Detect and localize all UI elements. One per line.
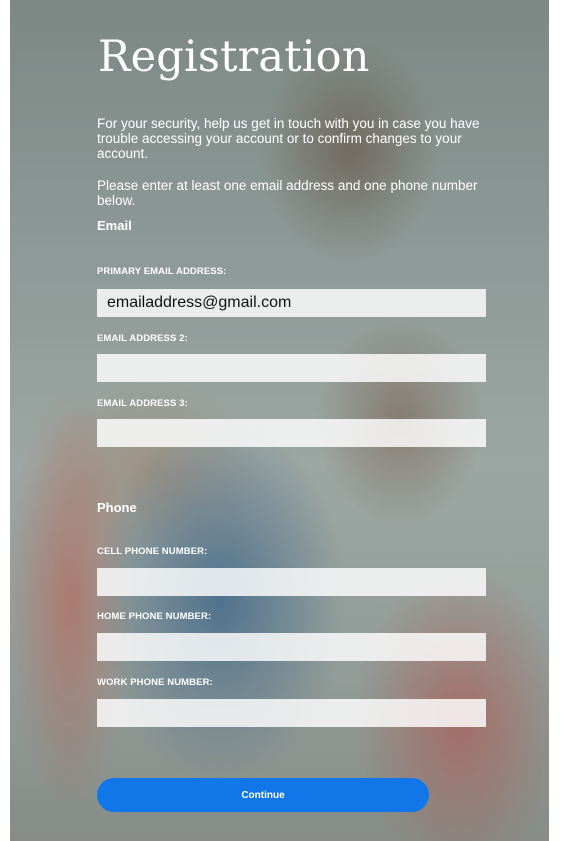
primary-email-input[interactable] [97, 289, 486, 317]
instruction-text: Please enter at least one email address … [97, 178, 478, 208]
home-phone-label: HOME PHONE NUMBER: [97, 611, 212, 622]
email-3-label: EMAIL ADDRESS 3: [97, 398, 188, 409]
email-3-input[interactable] [97, 419, 486, 447]
email-2-input[interactable] [97, 354, 486, 382]
home-phone-input[interactable] [97, 633, 486, 661]
email-section-heading: Email [97, 218, 132, 233]
phone-section-heading: Phone [97, 500, 137, 515]
page-title: Registration [98, 32, 370, 82]
work-phone-label: WORK PHONE NUMBER: [97, 677, 213, 688]
email-2-label: EMAIL ADDRESS 2: [97, 333, 188, 344]
registration-panel: Registration For your security, help us … [10, 0, 549, 841]
cell-phone-label: CELL PHONE NUMBER: [97, 546, 208, 557]
continue-button[interactable]: Continue [97, 778, 429, 812]
primary-email-label: PRIMARY EMAIL ADDRESS: [97, 266, 227, 277]
cell-phone-input[interactable] [97, 568, 486, 596]
work-phone-input[interactable] [97, 699, 486, 727]
intro-text: For your security, help us get in touch … [97, 116, 480, 161]
